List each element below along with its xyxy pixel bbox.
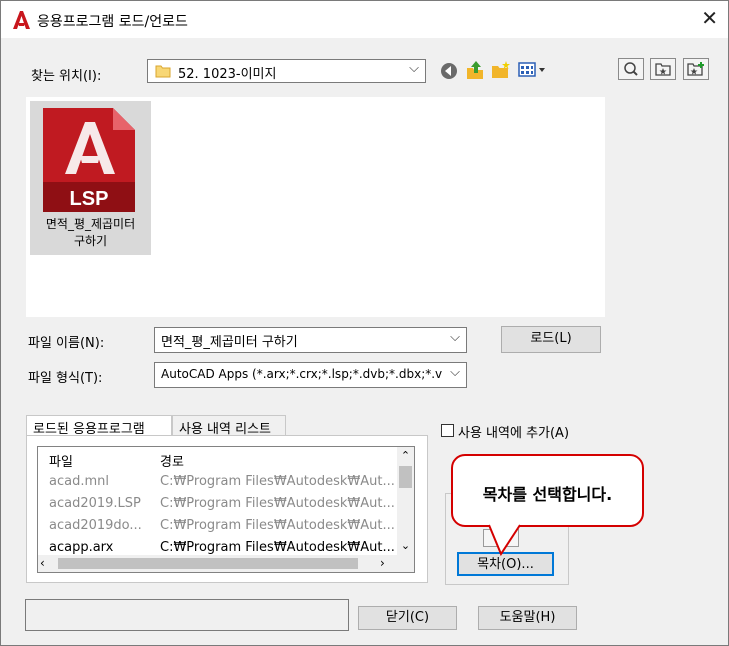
back-icon[interactable]	[439, 61, 459, 81]
table-row[interactable]: acad.mnl C:₩Program Files₩Autodesk₩Aut..…	[38, 474, 398, 496]
add-history-checkbox[interactable]	[441, 424, 454, 437]
file-browser: LSP 면적_평_제곱미터 구하기	[26, 97, 605, 317]
filetype-value: AutoCAD Apps (*.arx;*.crx;*.lsp;*.dvb;*.…	[161, 367, 443, 381]
dialog-window: 응용프로그램 로드/언로드 ✕ 찾는 위치(I): 52. 1023-이미지 ⌵	[0, 0, 729, 646]
add-history-label: 사용 내역에 추가(A)	[458, 426, 570, 441]
scroll-right-icon[interactable]: ›	[380, 555, 394, 572]
chevron-down-icon: ⌵	[450, 330, 460, 345]
scroll-down-icon[interactable]: ⌄	[397, 539, 414, 556]
autocad-logo-icon	[13, 11, 30, 29]
close-button[interactable]: 닫기(C)	[358, 606, 457, 630]
lookin-label: 찾는 위치(I):	[31, 69, 102, 84]
chevron-down-icon: ⌵	[450, 365, 460, 380]
lsp-badge-text: LSP	[70, 188, 109, 210]
column-header-file[interactable]: 파일	[49, 451, 73, 470]
new-folder-icon[interactable]	[490, 60, 512, 80]
lsp-file-icon: LSP	[43, 108, 135, 212]
filename-combo[interactable]: 면적_평_제곱미터 구하기 ⌵	[154, 327, 467, 353]
callout-text: 목차를 선택합니다.	[482, 485, 613, 504]
title-bar: 응용프로그램 로드/언로드 ✕	[1, 1, 728, 38]
scroll-thumb[interactable]	[399, 466, 412, 488]
help-button[interactable]: 도움말(H)	[478, 606, 577, 630]
lookin-combo[interactable]: 52. 1023-이미지 ⌵	[147, 59, 426, 83]
loaded-apps-panel: 파일 경로 acad.mnl C:₩Program Files₩Autodesk…	[26, 435, 428, 583]
views-menu-icon[interactable]	[518, 62, 548, 78]
close-icon[interactable]: ✕	[701, 8, 718, 28]
window-title: 응용프로그램 로드/언로드	[37, 14, 188, 30]
table-row[interactable]: acad2019do... C:₩Program Files₩Autodesk₩…	[38, 518, 398, 540]
callout-pointer	[488, 523, 521, 557]
loaded-apps-list: 파일 경로 acad.mnl C:₩Program Files₩Autodesk…	[37, 446, 415, 573]
column-header-path[interactable]: 경로	[160, 451, 184, 470]
find-icon[interactable]	[618, 58, 644, 80]
lookin-value: 52. 1023-이미지	[178, 67, 277, 82]
add-to-favorites-icon[interactable]	[683, 58, 709, 80]
filetype-combo[interactable]: AutoCAD Apps (*.arx;*.crx;*.lsp;*.dvb;*.…	[154, 362, 467, 388]
file-name-label: 면적_평_제곱미터 구하기	[45, 217, 136, 248]
tab-history-list[interactable]: 사용 내역 리스트	[172, 415, 286, 437]
scroll-thumb[interactable]	[58, 558, 358, 569]
instruction-callout: 목차를 선택합니다.	[451, 454, 644, 527]
scroll-left-icon[interactable]: ‹	[40, 555, 54, 572]
filetype-label: 파일 형식(T):	[28, 371, 103, 386]
vertical-scrollbar[interactable]: ⌃ ⌄	[397, 447, 414, 556]
lookin-favorites-icon[interactable]	[650, 58, 676, 80]
filename-label: 파일 이름(N):	[28, 336, 105, 351]
load-button[interactable]: 로드(L)	[501, 326, 601, 353]
scroll-up-icon[interactable]: ⌃	[397, 447, 414, 464]
status-bar	[25, 599, 349, 631]
table-row[interactable]: acad2019.LSP C:₩Program Files₩Autodesk₩A…	[38, 496, 398, 518]
horizontal-scrollbar[interactable]: ‹ ›	[38, 555, 414, 572]
file-item-selected[interactable]: LSP 면적_평_제곱미터 구하기	[30, 101, 151, 255]
chevron-down-icon: ⌵	[409, 61, 419, 76]
up-folder-icon[interactable]	[464, 59, 486, 81]
filename-value: 면적_평_제곱미터 구하기	[161, 335, 298, 350]
folder-icon	[155, 65, 171, 78]
